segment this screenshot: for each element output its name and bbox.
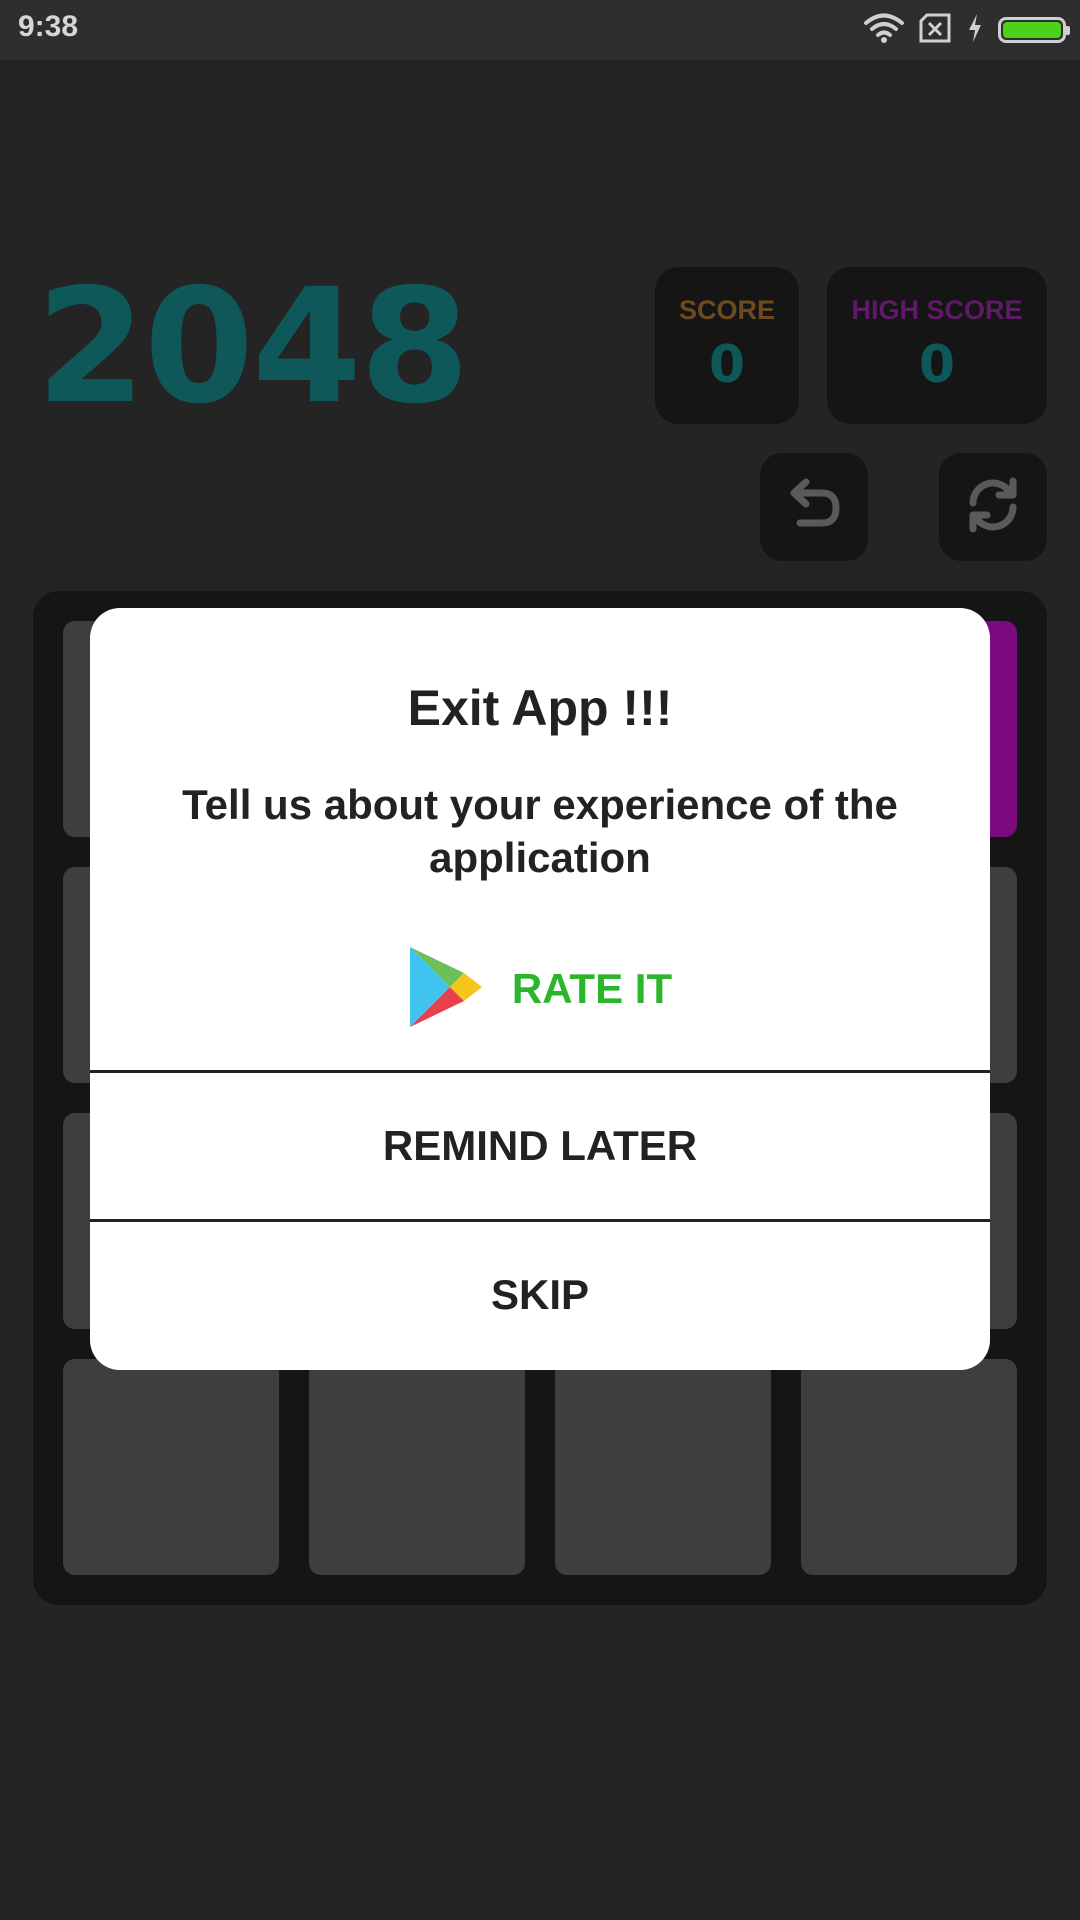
rate-it-label: RATE IT [511,965,673,1012]
high-score-label: HIGH SCORE [851,295,1023,325]
board-tile [309,1359,525,1575]
no-sim-icon [918,13,952,47]
score-box: SCORE 0 [655,267,799,424]
battery-nub [1066,26,1070,35]
exit-dialog: Exit App !!! Tell us about your experien… [90,608,990,1370]
undo-icon [784,477,844,537]
battery-icon [998,17,1070,43]
score-label: SCORE [678,295,776,325]
dialog-message: Tell us about your experience of the app… [182,781,898,881]
charging-icon [966,13,984,47]
battery-fill [1003,22,1061,38]
undo-button[interactable] [760,453,868,561]
rate-it-button[interactable]: RATE IT [90,944,990,1034]
status-time: 9:38 [18,10,79,43]
board-tile [555,1359,771,1575]
high-score-box: HIGH SCORE 0 [827,267,1047,424]
skip-button[interactable]: SKIP [90,1222,990,1368]
dialog-title: Exit App !!! [407,680,673,736]
status-icons [850,12,1070,48]
remind-later-button[interactable]: REMIND LATER [90,1073,990,1219]
restart-button[interactable] [939,453,1047,561]
board-tile [63,1359,279,1575]
status-bar: 9:38 [0,0,1080,60]
restart-icon [963,475,1023,539]
app-screen: 9:38 2048 SCORE 0 HIGH SCORE 0 Exit App … [0,0,1080,1920]
board-tile [801,1359,1017,1575]
play-store-icon [408,945,484,1033]
high-score-value: 0 [918,335,956,395]
game-title: 2048 [36,255,470,439]
score-value: 0 [708,335,746,395]
wifi-icon [864,12,904,48]
